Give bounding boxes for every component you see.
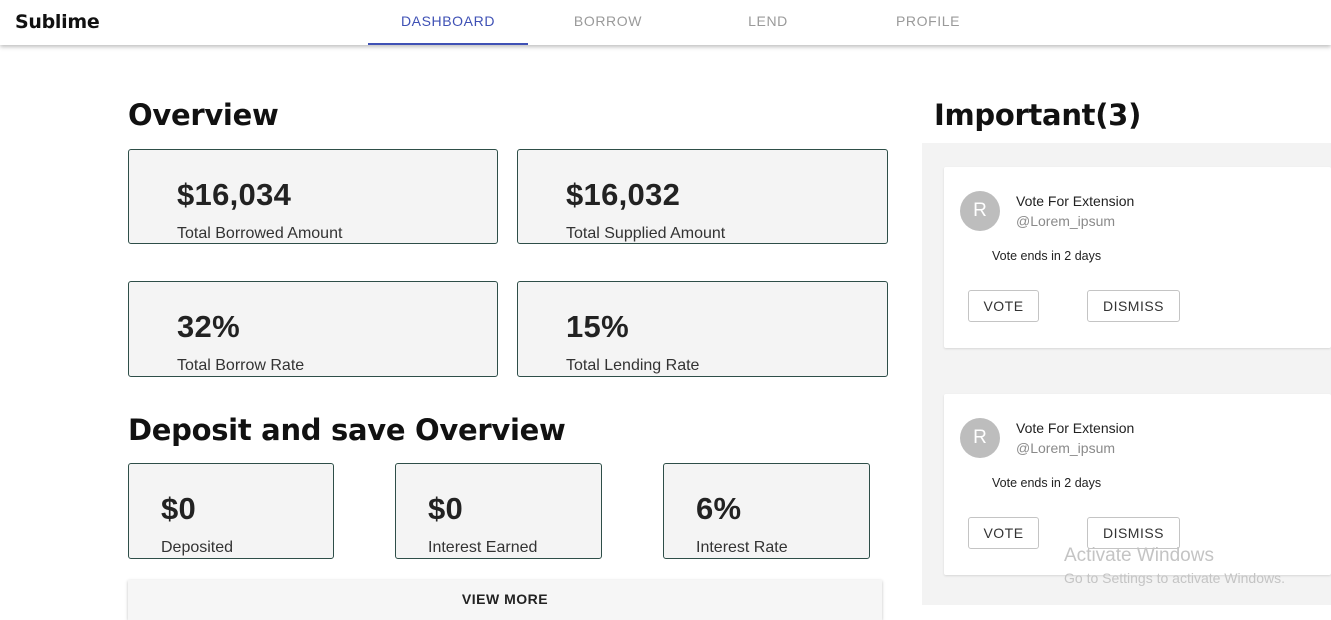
- brand-logo[interactable]: Sublime: [15, 11, 100, 33]
- stat-value: 15%: [566, 309, 629, 344]
- stat-label: Interest Rate: [696, 539, 788, 556]
- notice-title: Vote For Extension: [1016, 420, 1135, 436]
- stat-label: Interest Earned: [428, 539, 538, 556]
- vote-button[interactable]: VOTE: [968, 290, 1039, 322]
- stat-card-total-supplied: $16,032 Total Supplied Amount: [517, 149, 888, 244]
- activate-windows-watermark: Activate Windows: [1064, 545, 1214, 566]
- stat-value: 6%: [696, 491, 742, 526]
- notice-subtitle: Vote ends in 2 days: [992, 249, 1102, 263]
- stat-label: Total Supplied Amount: [566, 225, 726, 242]
- stat-card-deposited: $0 Deposited: [128, 463, 334, 559]
- notice-handle: @Lorem_ipsum: [1016, 213, 1116, 229]
- deposit-overview-title: Deposit and save Overview: [128, 413, 566, 447]
- notice-title: Vote For Extension: [1016, 193, 1135, 209]
- dismiss-button[interactable]: DISMISS: [1087, 290, 1180, 322]
- stat-card-borrow-rate: 32% Total Borrow Rate: [128, 281, 498, 377]
- tab-lend[interactable]: LEND: [688, 0, 848, 45]
- stat-card-total-borrowed: $16,034 Total Borrowed Amount: [128, 149, 498, 244]
- stat-label: Total Lending Rate: [566, 357, 700, 374]
- overview-title: Overview: [128, 98, 279, 132]
- notice-card: R Vote For Extension @Lorem_ipsum Vote e…: [944, 167, 1331, 348]
- avatar: R: [960, 191, 1000, 231]
- stat-label: Total Borrow Rate: [177, 357, 305, 374]
- stat-card-interest-rate: 6% Interest Rate: [663, 463, 870, 559]
- tab-profile[interactable]: PROFILE: [848, 0, 1008, 45]
- stat-label: Deposited: [161, 539, 234, 556]
- stat-value: $16,034: [177, 177, 292, 212]
- top-navbar: Sublime DASHBOARD BORROW LEND PROFILE: [0, 0, 1331, 45]
- stat-value: $16,032: [566, 177, 681, 212]
- stat-card-interest-earned: $0 Interest Earned: [395, 463, 602, 559]
- activate-windows-hint: Go to Settings to activate Windows.: [1064, 570, 1285, 586]
- tab-dashboard[interactable]: DASHBOARD: [368, 0, 528, 45]
- vote-button[interactable]: VOTE: [968, 517, 1039, 549]
- stat-value: $0: [161, 491, 197, 526]
- important-title: Important(3): [934, 98, 1142, 132]
- stat-label: Total Borrowed Amount: [177, 225, 343, 242]
- stat-value: $0: [428, 491, 464, 526]
- notice-subtitle: Vote ends in 2 days: [992, 476, 1102, 490]
- view-more-button[interactable]: VIEW MORE: [128, 580, 882, 620]
- notice-handle: @Lorem_ipsum: [1016, 440, 1116, 456]
- stat-value: 32%: [177, 309, 240, 344]
- stat-card-lending-rate: 15% Total Lending Rate: [517, 281, 888, 377]
- avatar: R: [960, 418, 1000, 458]
- tab-borrow[interactable]: BORROW: [528, 0, 688, 45]
